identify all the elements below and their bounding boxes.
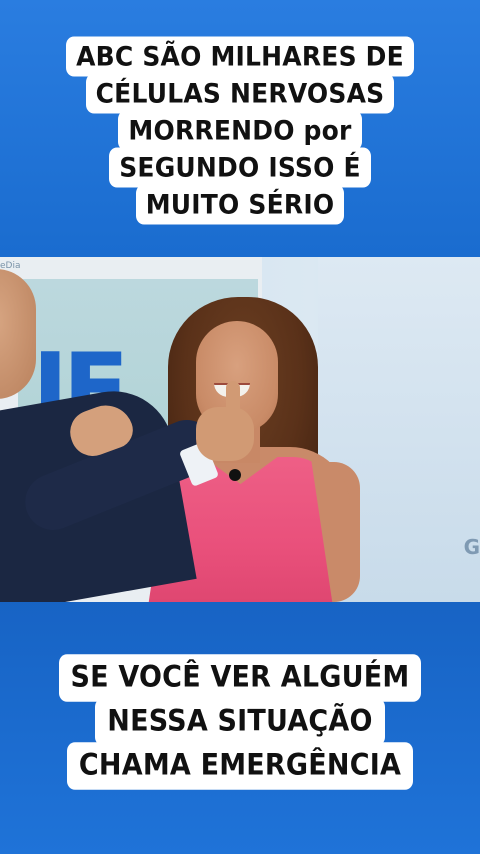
bottom-caption: SE VOCÊ VER ALGUÉM NESSA SITUAÇÃO CHAMA … [0, 654, 480, 790]
caption-line: NESSA SITUAÇÃO [95, 698, 385, 746]
caption-line: MUITO SÉRIO [135, 184, 345, 225]
caption-line: CÉLULAS NERVOSAS [85, 73, 395, 114]
caption-line: SE VOCÊ VER ALGUÉM [58, 654, 422, 702]
video-frame[interactable]: JE eDia G [0, 257, 480, 602]
lapel-mic-icon [229, 469, 241, 481]
top-caption: ABC SÃO MILHARES DE CÉLULAS NERVOSAS MOR… [0, 36, 480, 225]
caption-line: CHAMA EMERGÊNCIA [66, 742, 414, 790]
caption-line: MORRENDO por [118, 110, 362, 151]
video-post-frame: ABC SÃO MILHARES DE CÉLULAS NERVOSAS MOR… [0, 0, 480, 854]
caption-line: ABC SÃO MILHARES DE [66, 36, 414, 77]
side-watermark: G [463, 535, 480, 559]
caption-line: SEGUNDO ISSO É [109, 147, 371, 188]
man-right-hand [196, 407, 254, 461]
